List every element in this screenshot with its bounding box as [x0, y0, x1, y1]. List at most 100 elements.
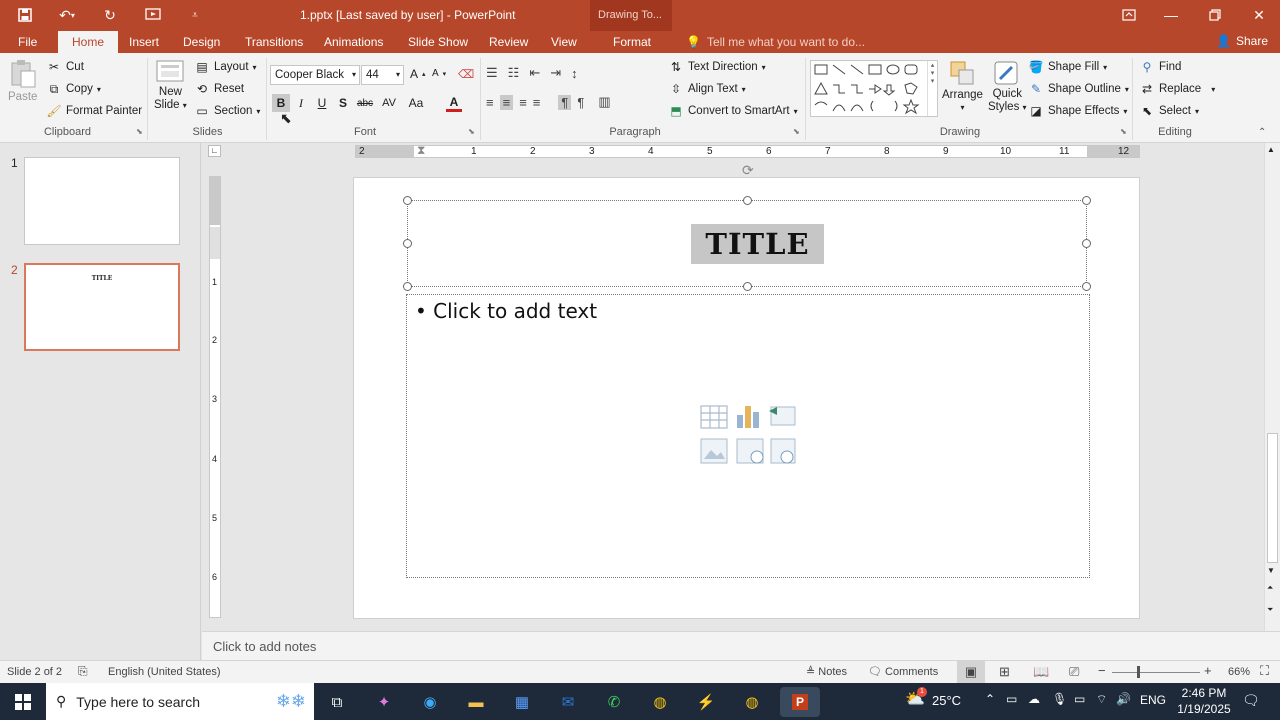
language-tray[interactable]: ENG — [1140, 693, 1166, 707]
tab-animations[interactable]: Animations — [324, 35, 383, 49]
edge-icon[interactable]: ◉ — [415, 687, 445, 717]
scroll-thumb[interactable] — [1267, 433, 1278, 563]
rotate-handle-icon[interactable]: ⟳ — [742, 162, 754, 179]
resize-handle[interactable] — [403, 196, 412, 205]
tab-file[interactable]: File — [18, 35, 37, 49]
right-to-left-icon[interactable]: ¶ — [577, 95, 584, 110]
powerpoint-taskbar-icon[interactable]: P — [780, 687, 820, 717]
shape-outline-button[interactable]: ✎ Shape Outline ▾ — [1028, 81, 1129, 97]
copy-button[interactable]: ⧉ Copy ▾ — [46, 81, 101, 97]
volume-icon[interactable]: 🔊 — [1116, 692, 1131, 706]
undo-icon[interactable]: ↶ ▾ — [54, 5, 80, 25]
zoom-slider[interactable] — [1112, 672, 1200, 673]
line-spacing-icon[interactable]: ↕ — [571, 66, 578, 81]
clear-formatting-icon[interactable]: ⌫ — [458, 67, 474, 81]
store-icon[interactable]: ▦ — [507, 687, 537, 717]
align-center-icon[interactable]: ≡ — [499, 94, 514, 110]
shape-fill-button[interactable]: 🪣 Shape Fill ▾ — [1028, 59, 1108, 75]
slide-show-icon[interactable]: ⎚ — [1069, 664, 1079, 680]
taskbar-search-box[interactable]: ⚲ Type here to search ❄❄ — [46, 683, 314, 720]
tab-format[interactable]: Format — [613, 35, 651, 49]
cut-button[interactable]: ✂ Cut — [46, 59, 84, 75]
text-shadow-button[interactable]: S — [334, 94, 352, 112]
layout-button[interactable]: ▤ Layout ▾ — [194, 59, 256, 75]
find-button[interactable]: ⚲ Find — [1139, 59, 1182, 75]
zoom-out-icon[interactable]: − — [1098, 663, 1106, 678]
reset-button[interactable]: ⟲ Reset — [194, 81, 244, 97]
zoom-level[interactable]: 66% — [1228, 666, 1250, 678]
resize-handle[interactable] — [1082, 239, 1091, 248]
notes-pane[interactable]: Click to add notes — [202, 631, 1280, 660]
replace-button[interactable]: ⇄ Replace ▾ — [1139, 81, 1215, 97]
title-placeholder[interactable]: TITLE — [407, 200, 1087, 287]
new-slide-button[interactable]: New Slide ▾ — [154, 59, 187, 111]
whatsapp-icon[interactable]: ✆ — [599, 687, 629, 717]
pdf-tool-icon[interactable]: ⚡ — [691, 687, 721, 717]
tab-slide-show[interactable]: Slide Show — [408, 35, 468, 49]
tray-cloud-icon[interactable]: ☁ — [1028, 692, 1040, 706]
shrink-font-button[interactable]: A ▾ — [432, 68, 446, 79]
text-direction-button[interactable]: ⇅ Text Direction ▾ — [668, 59, 766, 75]
clock[interactable]: 2:46 PM 1/19/2025 — [1176, 685, 1232, 717]
resize-handle[interactable] — [1082, 196, 1091, 205]
underline-button[interactable]: U — [313, 94, 331, 112]
font-launcher-icon[interactable]: ⬊ — [468, 127, 475, 136]
scroll-down-icon[interactable]: ▼ — [1267, 566, 1275, 575]
spell-check-icon[interactable]: ⎘ — [78, 664, 88, 679]
show-hidden-icons-icon[interactable]: ⌃ — [985, 692, 995, 706]
comments-toggle[interactable]: 🗨 Comments — [868, 665, 938, 678]
save-icon[interactable] — [14, 5, 36, 25]
tab-insert[interactable]: Insert — [129, 35, 159, 49]
chrome-profile-icon[interactable]: ◍ — [737, 687, 767, 717]
resize-handle[interactable] — [403, 239, 412, 248]
vertical-scrollbar[interactable]: ▲ ▼ ⏶ ⏷ — [1264, 143, 1280, 631]
battery-icon[interactable]: ▭ — [1074, 692, 1085, 706]
wifi-icon[interactable]: ⌔ — [1096, 692, 1107, 707]
align-right-icon[interactable]: ≡ — [519, 95, 527, 110]
slide-canvas[interactable]: TITLE ⟳ • Click to add text — [353, 162, 1140, 619]
start-from-beginning-icon[interactable] — [142, 5, 164, 25]
chrome-icon[interactable]: ◍ — [645, 687, 675, 717]
tab-home[interactable]: Home — [58, 31, 119, 53]
notifications-icon[interactable]: 🗨 — [1242, 692, 1260, 709]
change-case-button[interactable]: Aa — [406, 94, 426, 112]
gallery-scroll[interactable]: ▴ ▾ ▾ — [927, 61, 937, 116]
increase-indent-icon[interactable]: ⇥ — [550, 65, 561, 81]
file-explorer-icon[interactable]: ▬ — [461, 687, 491, 717]
zoom-slider-thumb[interactable] — [1137, 666, 1140, 678]
quick-styles-button[interactable]: Quick Styles ▾ — [988, 59, 1027, 113]
ribbon-display-options-icon[interactable] — [1118, 5, 1140, 25]
align-text-button[interactable]: ⇳ Align Text ▾ — [668, 81, 746, 97]
collapse-ribbon-icon[interactable]: ⌃ — [1258, 127, 1266, 138]
previous-slide-icon[interactable]: ⏶ — [1267, 583, 1273, 593]
windows-start-icon[interactable] — [8, 687, 38, 717]
notes-placeholder[interactable]: Click to add notes — [213, 639, 316, 654]
tab-design[interactable]: Design — [183, 35, 220, 49]
customize-quick-access-icon[interactable]: ⩡ — [188, 5, 202, 25]
convert-smartart-button[interactable]: ⬒ Convert to SmartArt ▾ — [668, 103, 797, 119]
decrease-indent-icon[interactable]: ⇤ — [529, 65, 540, 81]
resize-handle[interactable] — [743, 196, 752, 205]
slide-thumbnail-2[interactable]: TITLE — [24, 263, 180, 351]
font-name-combo[interactable]: Cooper Black ▾ — [270, 65, 360, 85]
drawing-launcher-icon[interactable]: ⬊ — [1120, 127, 1127, 136]
close-icon[interactable]: ✕ — [1248, 5, 1270, 25]
normal-view-icon[interactable]: ▣ — [957, 661, 985, 683]
align-left-icon[interactable]: ≡ — [486, 95, 494, 110]
font-size-combo[interactable]: 44 ▾ — [361, 65, 404, 85]
shape-effects-button[interactable]: ◪ Shape Effects ▾ — [1028, 103, 1127, 119]
share-button[interactable]: 👤 Share — [1216, 34, 1268, 48]
section-button[interactable]: ▭ Section ▾ — [194, 103, 260, 119]
notes-toggle[interactable]: ≜ Notes — [806, 665, 847, 678]
numbering-icon[interactable]: ☷ — [508, 65, 520, 81]
copilot-icon[interactable]: ✦ — [369, 687, 399, 717]
paragraph-launcher-icon[interactable]: ⬊ — [793, 127, 800, 136]
left-to-right-icon[interactable]: ¶ — [558, 94, 572, 110]
select-button[interactable]: ⬉ Select ▾ — [1139, 103, 1199, 119]
tell-me-box[interactable]: 💡 Tell me what you want to do... — [686, 35, 865, 49]
bullets-icon[interactable]: ☰ — [486, 65, 498, 81]
restore-icon[interactable] — [1204, 5, 1226, 25]
slide-sorter-icon[interactable]: ⊞ — [999, 664, 1010, 680]
resize-handle[interactable] — [403, 282, 412, 291]
italic-button[interactable]: I — [292, 94, 310, 112]
